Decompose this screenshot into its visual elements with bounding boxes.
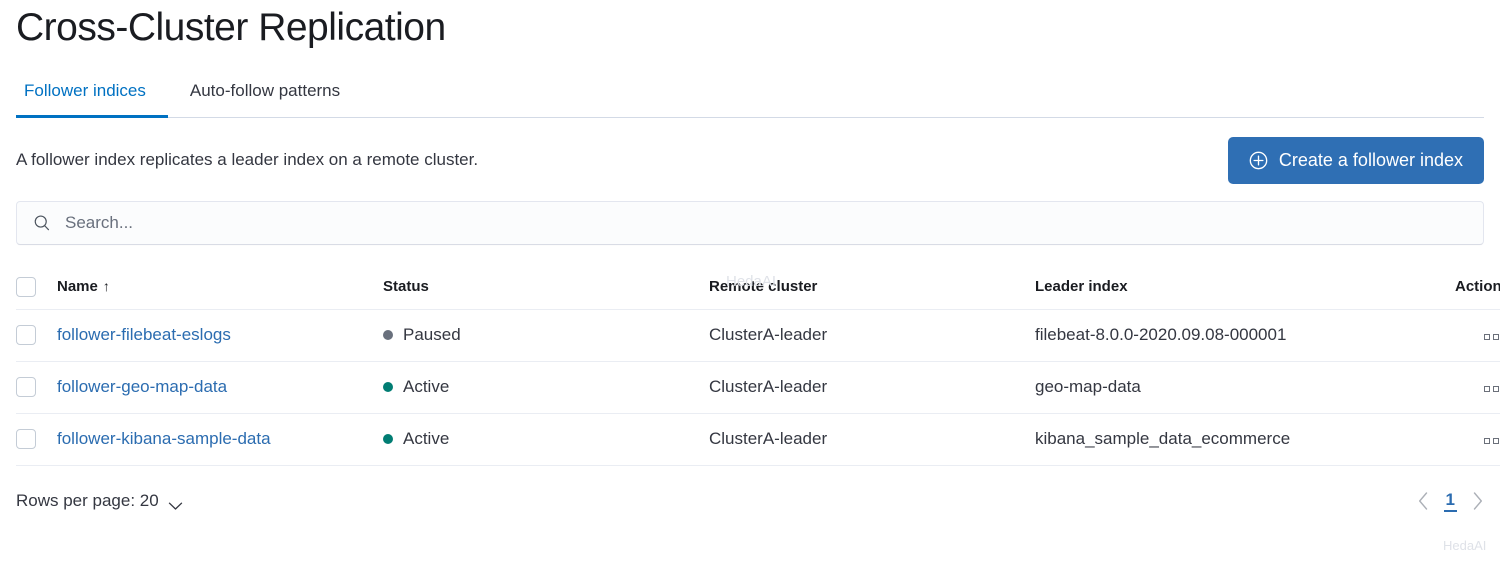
plus-in-circle-icon [1249,151,1268,170]
create-follower-index-button[interactable]: Create a follower index [1227,136,1484,184]
row-name-cell: follower-geo-map-data [57,361,383,414]
ccr-page: Cross-Cluster Replication Follower indic… [0,0,1500,568]
chevron-left-icon[interactable] [1417,491,1430,511]
description-row: A follower index replicates a leader ind… [16,136,1484,184]
watermark-bottom: HedaAI [1443,538,1487,553]
row-checkbox[interactable] [16,325,36,346]
follower-index-link[interactable]: follower-filebeat-eslogs [57,325,231,344]
column-header-name[interactable]: Name ↑ [57,265,383,310]
row-select-cell [16,413,57,466]
page-number-1[interactable]: 1 [1443,490,1457,512]
row-remote-cluster-cell: ClusterA-leader [709,413,1035,466]
more-actions-icon[interactable] [1482,432,1500,450]
page-title: Cross-Cluster Replication [16,6,446,49]
search-bar [16,201,1484,245]
select-all-checkbox[interactable] [16,276,36,297]
table-row: follower-geo-map-data Active ClusterA-le… [16,361,1500,414]
table-body: follower-filebeat-eslogs Paused ClusterA… [16,309,1500,466]
column-header-status-label: Status [383,278,429,296]
row-select-cell [16,361,57,414]
status-label: Paused [403,325,461,344]
rows-per-page-label: Rows per page: 20 [16,490,159,510]
follower-indices-table: Name ↑ Status Remote cluster Leader index… [16,265,1500,466]
search-icon [33,214,51,232]
page-description: A follower index replicates a leader ind… [16,150,479,169]
status-label: Active [403,429,450,448]
row-actions-cell [1435,413,1500,466]
select-all-header [16,265,57,310]
tab-follower-indices[interactable]: Follower indices [16,79,168,118]
search-box[interactable] [16,201,1484,245]
status-dot-paused [383,330,393,340]
tab-bar: Follower indices Auto-follow patterns [16,74,1484,118]
row-actions-cell [1435,361,1500,414]
create-follower-index-label: Create a follower index [1278,149,1463,170]
table-footer: Rows per page: 20 1 [16,484,1484,518]
status-label: Active [403,377,450,396]
table-header: Name ↑ Status Remote cluster Leader index… [16,265,1500,310]
follower-index-link[interactable]: follower-kibana-sample-data [57,429,271,448]
sort-ascending-icon: ↑ [102,278,110,295]
chevron-right-icon[interactable] [1471,491,1484,511]
row-status-cell: Active [383,413,709,466]
rows-per-page-selector[interactable]: Rows per page: 20 [16,491,183,511]
tab-auto-follow-patterns[interactable]: Auto-follow patterns [168,79,362,117]
column-header-remote-cluster[interactable]: Remote cluster [709,265,1035,310]
row-actions-cell [1435,309,1500,362]
row-leader-index-cell: geo-map-data [1035,361,1435,414]
table-row: follower-kibana-sample-data Active Clust… [16,413,1500,466]
row-remote-cluster-cell: ClusterA-leader [709,309,1035,362]
row-checkbox[interactable] [16,377,36,398]
table-header-row: Name ↑ Status Remote cluster Leader index… [16,265,1500,310]
column-header-status[interactable]: Status [383,265,709,310]
row-status-cell: Paused [383,309,709,362]
row-name-cell: follower-filebeat-eslogs [57,309,383,362]
table-row: follower-filebeat-eslogs Paused ClusterA… [16,309,1500,362]
row-checkbox[interactable] [16,429,36,450]
row-select-cell [16,309,57,362]
column-header-actions-label: Actions [1454,278,1500,296]
status-dot-active [383,434,393,444]
row-leader-index-cell: kibana_sample_data_ecommerce [1035,413,1435,466]
follower-index-link[interactable]: follower-geo-map-data [57,377,227,396]
row-status-cell: Active [383,361,709,414]
column-header-name-label: Name [57,278,98,296]
column-header-remote-cluster-label: Remote cluster [709,278,818,296]
tab-follower-indices-label: Follower indices [24,81,146,100]
column-header-actions: Actions [1435,265,1500,310]
row-name-cell: follower-kibana-sample-data [57,413,383,466]
column-header-leader-index-label: Leader index [1035,278,1128,296]
chevron-down-icon [168,496,183,510]
search-input[interactable] [65,213,1370,233]
more-actions-icon[interactable] [1482,328,1500,346]
status-dot-active [383,382,393,392]
more-actions-icon[interactable] [1482,380,1500,398]
row-remote-cluster-cell: ClusterA-leader [709,361,1035,414]
column-header-leader-index[interactable]: Leader index [1035,265,1435,310]
pagination: 1 [1417,490,1484,512]
row-leader-index-cell: filebeat-8.0.0-2020.09.08-000001 [1035,309,1435,362]
tab-auto-follow-patterns-label: Auto-follow patterns [189,81,341,100]
